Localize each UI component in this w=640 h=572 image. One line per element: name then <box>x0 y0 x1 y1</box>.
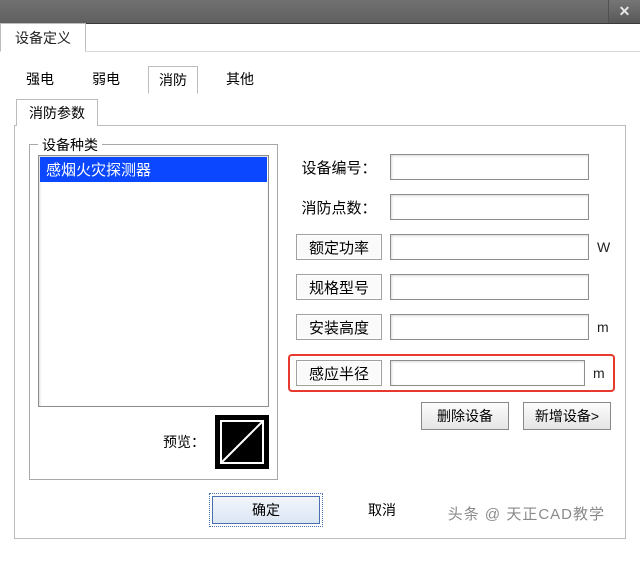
input-spec-model[interactable] <box>390 274 589 300</box>
tab-strong-elec[interactable]: 强电 <box>16 66 64 94</box>
add-device-button[interactable]: 新增设备> <box>523 402 611 430</box>
form-column: 设备编号： 消防点数： 额定功率 W 规格型号 <box>296 138 611 480</box>
row-fire-points: 消防点数： <box>296 194 611 220</box>
tab-label: 弱电 <box>92 71 120 87</box>
tab-label: 设备定义 <box>15 30 71 46</box>
button-label: 确定 <box>252 500 280 520</box>
input-fire-points[interactable] <box>390 194 589 220</box>
dialog-footer: 确定 取消 头条 @ 天正CAD教学 <box>29 496 611 524</box>
button-label: 删除设备 <box>437 406 493 426</box>
tab-other[interactable]: 其他 <box>216 66 264 94</box>
label-sense-radius[interactable]: 感应半径 <box>296 360 382 386</box>
tab-label: 消防 <box>159 72 187 88</box>
window-tab-strip: 设备定义 <box>0 24 640 52</box>
device-action-row: 删除设备 新增设备> <box>296 402 611 430</box>
category-tab-strip: 强电 弱电 消防 其他 <box>10 60 630 98</box>
close-icon: ✕ <box>619 3 631 20</box>
title-bar: ✕ <box>0 0 640 24</box>
label-rated-power[interactable]: 额定功率 <box>296 234 382 260</box>
input-install-height[interactable] <box>390 314 589 340</box>
cancel-button[interactable]: 取消 <box>368 500 428 520</box>
dialog-body: 强电 弱电 消防 其他 消防参数 设备种类 感烟火灾探测器 <box>0 52 640 549</box>
row-rated-power: 额定功率 W <box>296 234 611 260</box>
preview-symbol <box>215 415 269 469</box>
tab-weak-elec[interactable]: 弱电 <box>82 66 130 94</box>
unit: m <box>593 365 607 381</box>
group-title: 设备种类 <box>38 135 102 155</box>
close-button[interactable]: ✕ <box>608 0 640 23</box>
params-panel: 设备种类 感烟火灾探测器 预览： <box>14 125 626 539</box>
label-fire-points: 消防点数： <box>296 194 382 220</box>
tab-device-definition[interactable]: 设备定义 <box>0 23 86 52</box>
input-sense-radius[interactable] <box>390 360 585 386</box>
tab-label: 消防参数 <box>29 105 85 121</box>
sub-tab-strip: 消防参数 <box>10 98 630 125</box>
list-item[interactable]: 感烟火灾探测器 <box>40 157 267 182</box>
device-type-group: 设备种类 感烟火灾探测器 预览： <box>29 144 278 480</box>
unit: W <box>597 239 611 255</box>
tab-fire[interactable]: 消防 <box>148 66 198 94</box>
ok-button[interactable]: 确定 <box>212 496 320 524</box>
tab-label: 强电 <box>26 71 54 87</box>
button-label: 新增设备> <box>535 406 599 426</box>
delete-device-button[interactable]: 删除设备 <box>421 402 509 430</box>
label-install-height[interactable]: 安装高度 <box>296 314 382 340</box>
label-device-no: 设备编号： <box>296 154 382 180</box>
row-install-height: 安装高度 m <box>296 314 611 340</box>
tab-label: 其他 <box>226 71 254 87</box>
smoke-detector-icon <box>220 420 264 464</box>
button-label: 取消 <box>368 502 396 518</box>
tab-fire-params[interactable]: 消防参数 <box>16 99 98 126</box>
watermark: 头条 @ 天正CAD教学 <box>448 503 605 524</box>
input-device-no[interactable] <box>390 154 589 180</box>
row-spec-model: 规格型号 <box>296 274 611 300</box>
row-device-no: 设备编号： <box>296 154 611 180</box>
input-rated-power[interactable] <box>390 234 589 260</box>
unit: m <box>597 319 611 335</box>
preview-label: 预览： <box>163 432 205 452</box>
device-type-listbox[interactable]: 感烟火灾探测器 <box>38 155 269 407</box>
list-item-label: 感烟火灾探测器 <box>46 162 151 179</box>
label-spec-model[interactable]: 规格型号 <box>296 274 382 300</box>
row-sense-radius: 感应半径 m <box>288 354 615 392</box>
